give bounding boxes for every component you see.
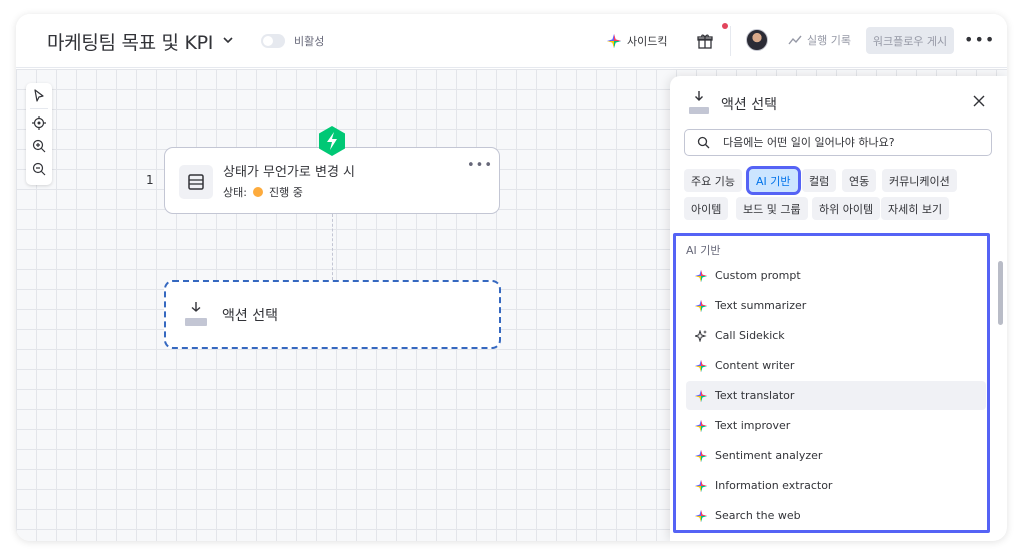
action-placeholder-icon (689, 91, 709, 114)
list-item[interactable]: Content writer (686, 351, 986, 380)
chip-columns[interactable]: 컬럼 (802, 169, 837, 192)
action-placeholder-icon (185, 302, 207, 326)
list-item-label: Search the web (715, 509, 801, 522)
list-item[interactable]: Information extractor (686, 471, 986, 500)
ai-sparkle-icon (695, 359, 707, 372)
list-section-header: AI 기반 (686, 244, 721, 257)
target-icon (32, 116, 46, 130)
list-item-label: Custom prompt (715, 269, 801, 282)
chip-main-features[interactable]: 주요 기능 (684, 169, 742, 192)
gift-icon[interactable] (696, 32, 714, 50)
canvas-toolbar (26, 83, 52, 185)
header: 마케팅팀 목표 및 KPI 비활성 사이드킥 실행 기록 워크플로우 게시 ••… (16, 14, 1007, 68)
ai-sparkle-icon (695, 419, 707, 432)
header-divider (730, 26, 731, 56)
trigger-icon-box (179, 165, 213, 199)
chip-ai-powered[interactable]: AI 기반 (746, 166, 801, 195)
toolbar-divider (30, 108, 48, 109)
active-toggle[interactable] (261, 34, 285, 48)
chevron-down-icon[interactable] (221, 33, 235, 47)
close-icon[interactable] (972, 94, 986, 108)
sidekick-button[interactable]: 사이드킥 (607, 31, 667, 51)
chip-boards-groups[interactable]: 보드 및 그룹 (736, 197, 808, 220)
chip-items[interactable]: 아이템 (684, 197, 729, 220)
select-action-card[interactable]: 액션 선택 (164, 280, 501, 349)
zoom-out-icon (32, 162, 46, 176)
ai-sparkle-icon (695, 479, 707, 492)
panel-title: 액션 선택 (721, 97, 777, 113)
page-title[interactable]: 마케팅팀 목표 및 KPI (47, 28, 213, 55)
list-item[interactable]: Custom prompt (686, 261, 986, 290)
app-frame: 마케팅팀 목표 및 KPI 비활성 사이드킥 실행 기록 워크플로우 게시 ••… (16, 14, 1007, 541)
run-log-label: 실행 기록 (807, 34, 851, 47)
cursor-icon (34, 89, 44, 102)
select-tool[interactable] (31, 88, 47, 104)
ai-sparkle-icon (695, 299, 707, 312)
list-item-label: Information extractor (715, 479, 833, 492)
chip-integrations[interactable]: 연동 (842, 169, 877, 192)
list-item-label: Content writer (715, 359, 795, 372)
list-item[interactable]: Text summarizer (686, 291, 986, 320)
ai-actions-list: AI 기반 Custom prompt Text summarizer Call… (673, 233, 990, 533)
panel-scrollbar[interactable] (998, 261, 1003, 325)
chip-subitems[interactable]: 하위 아이템 (812, 197, 881, 220)
action-picker-panel: 액션 선택 주요 기능 AI 기반 컬럼 연동 커뮤니케이션 아이템 보드 및 … (670, 76, 1007, 541)
activity-icon (788, 35, 802, 45)
notification-dot (722, 23, 728, 29)
run-log-button[interactable]: 실행 기록 (788, 32, 851, 48)
status-dot (252, 187, 263, 197)
action-search[interactable] (684, 129, 992, 156)
more-options-icon[interactable]: ••• (964, 30, 994, 50)
trigger-status-value: 진행 중 (268, 186, 303, 199)
connector-line (332, 214, 333, 280)
trigger-title: 상태가 무언가로 변경 시 (223, 165, 355, 180)
step-number: 1 (146, 173, 154, 187)
chip-communication[interactable]: 커뮤니케이션 (882, 169, 957, 192)
ai-sparkle-icon (695, 389, 707, 402)
list-item-label: Text translator (715, 389, 795, 402)
search-icon (697, 136, 710, 149)
action-placeholder-label: 액션 선택 (222, 308, 278, 324)
trigger-status-label: 상태: (223, 186, 247, 199)
ai-sparkle-icon (695, 449, 707, 462)
zoom-in-icon (32, 139, 46, 153)
list-item[interactable]: Call Sidekick (686, 321, 986, 350)
list-item-label: Text improver (715, 419, 791, 432)
list-item[interactable]: Text translator (686, 381, 986, 410)
toggle-label: 비활성 (294, 35, 325, 48)
sidekick-sparkle-icon (607, 34, 621, 48)
list-item-label: Call Sidekick (715, 329, 785, 342)
zoom-in-tool[interactable] (31, 138, 47, 154)
center-tool[interactable] (31, 115, 47, 131)
list-item-label: Text summarizer (715, 299, 807, 312)
zoom-out-tool[interactable] (31, 161, 47, 177)
trigger-bolt-icon (319, 126, 345, 156)
list-item[interactable]: Text improver (686, 411, 986, 440)
list-item[interactable]: Search the web (686, 501, 986, 530)
trigger-card[interactable]: 상태가 무언가로 변경 시 상태: 진행 중 ••• (164, 147, 500, 214)
ai-sparkle-icon (695, 509, 707, 522)
sidekick-outline-icon (695, 329, 707, 342)
trigger-status: 상태: 진행 중 (223, 184, 303, 200)
avatar[interactable] (746, 29, 768, 51)
ai-sparkle-icon (695, 269, 707, 282)
search-input[interactable] (723, 132, 985, 153)
trigger-more-icon[interactable]: ••• (467, 158, 493, 173)
list-item[interactable]: Sentiment analyzer (686, 441, 986, 470)
list-item-label: Sentiment analyzer (715, 449, 823, 462)
chip-see-more[interactable]: 자세히 보기 (881, 197, 950, 220)
sidekick-label: 사이드킥 (627, 35, 668, 48)
publish-workflow-button[interactable]: 워크플로우 게시 (866, 27, 954, 54)
status-column-icon (188, 174, 204, 190)
